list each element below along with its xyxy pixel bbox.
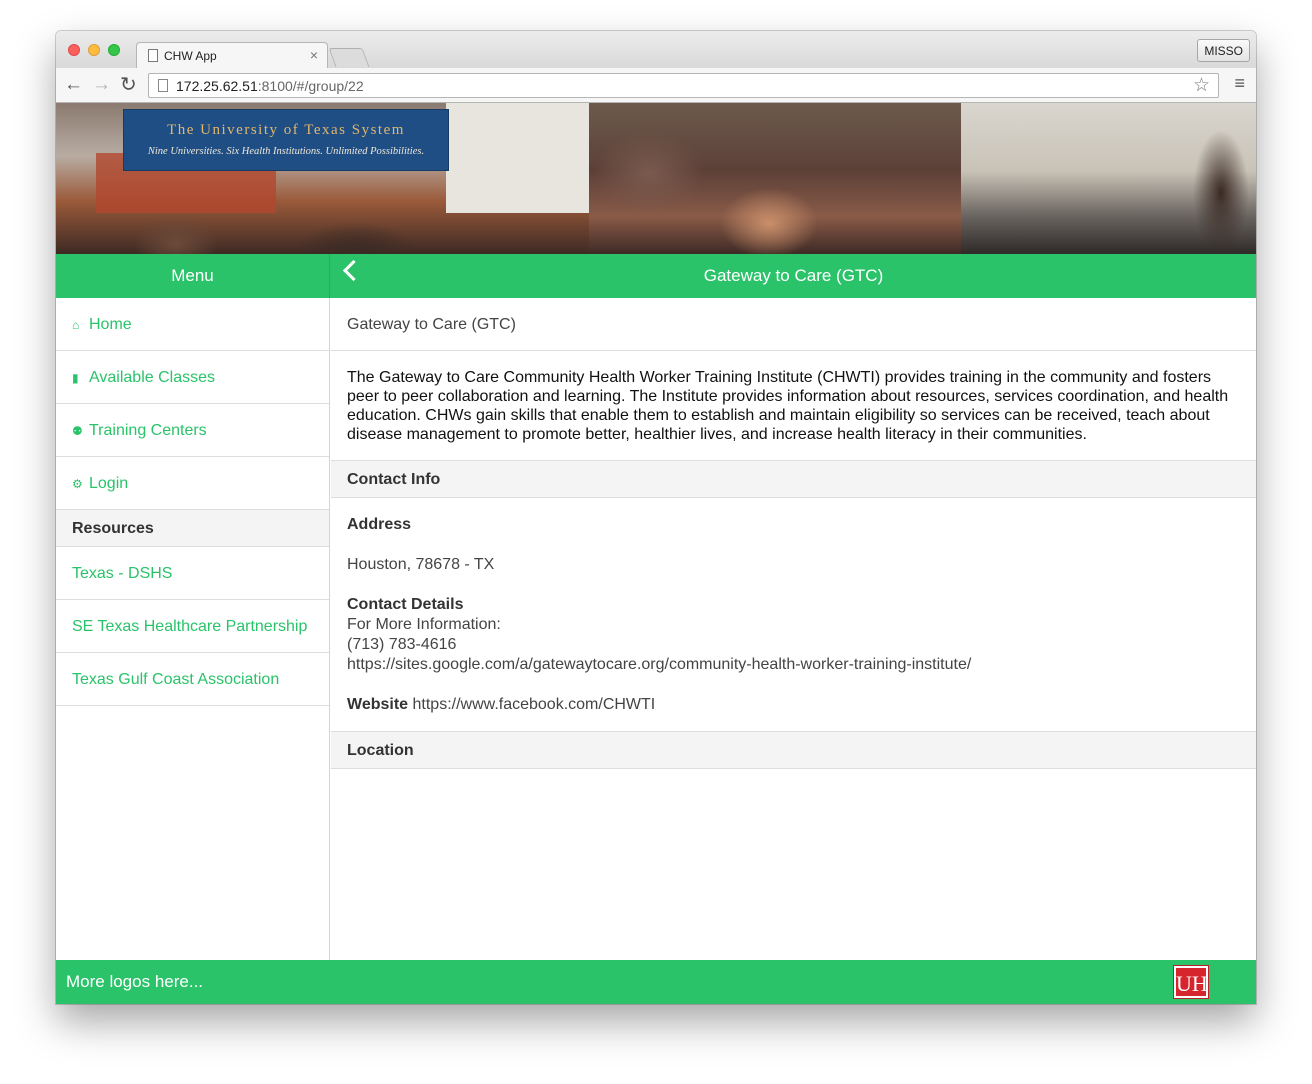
app-footer: More logos here... UH [56, 960, 1256, 1004]
new-tab-button[interactable] [328, 48, 370, 67]
address-label: Address [347, 516, 412, 533]
main-content: Gateway to Care (GTC) The Gateway to Car… [331, 298, 1256, 960]
contact-phone[interactable]: (713) 783-4616 [347, 635, 1240, 655]
contact-url[interactable]: https://sites.google.com/a/gatewaytocare… [347, 655, 1240, 675]
contact-info-heading: Contact Info [331, 461, 1256, 498]
bookmark-star-icon[interactable]: ☆ [1193, 74, 1210, 97]
browser-window: CHW App × MISSO ← → ↻ 172.25.62.51:8100/… [56, 31, 1256, 1004]
uh-logo: UH [1173, 965, 1209, 999]
book-icon: ▮ [72, 371, 79, 385]
url-host: 172.25.62.51 [176, 78, 258, 94]
ut-logo-title: The University of Texas System [167, 122, 405, 138]
app-header-bar: Menu Gateway to Care (GTC) [56, 254, 1256, 298]
tab-close-icon[interactable]: × [310, 47, 318, 63]
sidebar-item-login[interactable]: ⚙ Login [56, 457, 329, 510]
group-description: The Gateway to Care Community Health Wor… [331, 351, 1256, 461]
browser-menu-icon[interactable]: ≡ [1234, 73, 1245, 94]
address-bar[interactable]: 172.25.62.51:8100/#/group/22 ☆ [148, 73, 1219, 98]
sidebar-item-label: Available Classes [89, 369, 215, 386]
banner-photo-group [589, 103, 961, 254]
banner-photo-speaker [961, 103, 1256, 254]
website-label: Website [347, 696, 409, 713]
browser-toolbar: ← → ↻ 172.25.62.51:8100/#/group/22 ☆ ≡ [56, 68, 1256, 103]
page-icon [158, 79, 168, 92]
resource-link-texas-gulf-coast[interactable]: Texas Gulf Coast Association [56, 653, 329, 706]
back-arrow-icon[interactable]: ← [64, 73, 83, 97]
browser-titlebar: CHW App × MISSO [56, 31, 1256, 69]
close-window-button[interactable] [68, 44, 80, 56]
minimize-window-button[interactable] [88, 44, 100, 56]
website-link[interactable]: https://www.facebook.com/CHWTI [413, 696, 656, 713]
contact-details-line: For More Information: [347, 616, 501, 633]
sidebar-item-training-centers[interactable]: ⚉ Training Centers [56, 404, 329, 457]
footer-text: More logos here... [66, 972, 204, 991]
zoom-window-button[interactable] [108, 44, 120, 56]
url-text[interactable]: 172.25.62.51:8100/#/group/22 [176, 78, 364, 94]
sidebar-item-home[interactable]: ⌂ Home [56, 298, 329, 351]
browser-tab[interactable]: CHW App × [136, 42, 328, 69]
resource-link-texas-dshs[interactable]: Texas - DSHS [56, 547, 329, 600]
banner-photo-screen [446, 103, 589, 213]
page-icon [148, 49, 158, 62]
home-icon: ⌂ [72, 318, 80, 332]
sidebar-item-label: Home [89, 316, 132, 333]
ut-system-logo: The University of Texas System Nine Univ… [123, 109, 449, 171]
sidebar-item-available-classes[interactable]: ▮ Available Classes [56, 351, 329, 404]
url-path: :8100/#/group/22 [257, 78, 364, 94]
sidebar-menu: ⌂ Home ▮ Available Classes ⚉ Training Cente… [56, 298, 330, 960]
website-row: Website https://www.facebook.com/CHWTI [347, 695, 1240, 715]
contact-details-label: Contact Details [347, 596, 464, 613]
contact-info-section: Address Houston, 78678 - TX Contact Deta… [331, 498, 1256, 732]
resources-heading: Resources [56, 510, 329, 547]
forward-arrow-icon[interactable]: → [92, 73, 111, 97]
tab-title: CHW App [164, 49, 217, 63]
menu-title: Menu [56, 254, 330, 298]
reload-icon[interactable]: ↻ [120, 73, 137, 97]
people-icon: ⚉ [72, 424, 83, 438]
sidebar-item-label: Login [89, 475, 129, 492]
resource-link-se-texas-healthcare[interactable]: SE Texas Healthcare Partnership [56, 600, 329, 653]
page-header-title: Gateway to Care (GTC) [703, 266, 884, 285]
sidebar-item-label: Training Centers [89, 422, 207, 439]
profile-button[interactable]: MISSO [1197, 39, 1250, 62]
header-banner: The University of Texas System Nine Univ… [56, 103, 1256, 254]
address-value: Houston, 78678 - TX [347, 556, 495, 573]
ut-logo-subtitle: Nine Universities. Six Health Institutio… [147, 146, 425, 157]
location-heading: Location [331, 732, 1256, 769]
gear-icon: ⚙ [72, 477, 83, 491]
group-title: Gateway to Care (GTC) [331, 298, 1256, 351]
